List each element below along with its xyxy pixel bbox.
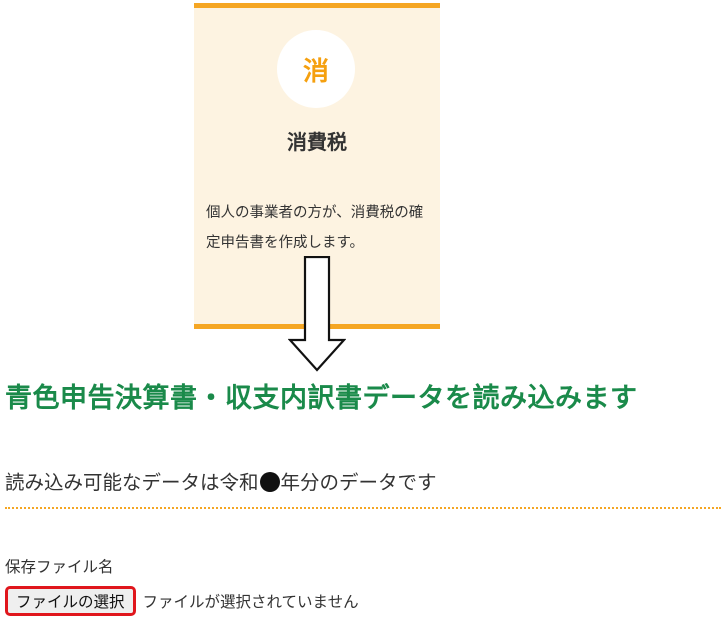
consumption-tax-icon: 消 bbox=[277, 30, 355, 108]
choose-file-button[interactable]: ファイルの選択 bbox=[5, 586, 136, 616]
notice-text-before: 読み込み可能なデータは令和 bbox=[5, 471, 259, 494]
notice-text-after: 年分のデータです bbox=[280, 471, 437, 494]
card-description: 個人の事業者の方が、消費税の確定申告書を作成します。 bbox=[206, 205, 424, 251]
available-data-notice: 読み込み可能なデータは令和 年分のデータです bbox=[5, 466, 437, 495]
card-icon-char: 消 bbox=[302, 56, 329, 87]
card-title: 消費税 bbox=[287, 130, 347, 154]
down-arrow-icon bbox=[288, 256, 346, 372]
file-input-row: ファイルの選択 ファイルが選択されていません bbox=[5, 586, 359, 616]
main-heading: 青色申告決算書・収支内訳書データを読み込みます bbox=[5, 383, 638, 414]
redaction-dot bbox=[259, 472, 280, 492]
file-status-text: ファイルが選択されていません bbox=[142, 593, 359, 611]
dotted-divider bbox=[5, 507, 721, 509]
save-file-name-label: 保存ファイル名 bbox=[5, 558, 114, 576]
